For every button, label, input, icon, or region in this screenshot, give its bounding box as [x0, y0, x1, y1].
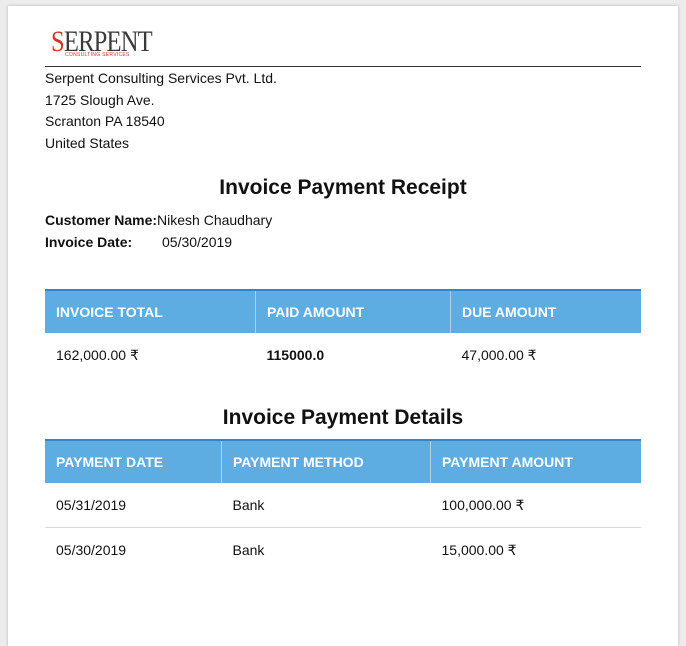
payment-date: 05/31/2019 [45, 483, 222, 528]
receipt-title: Invoice Payment Receipt [219, 176, 467, 199]
customer-line: Customer Name:Nikesh Chaudhary [45, 212, 272, 228]
document-page: SERPENT CONSULTING SERVICES Serpent Cons… [8, 6, 678, 646]
details-title: Invoice Payment Details [222, 406, 464, 429]
payment-amount: 15,000.00 ₹ [441, 541, 517, 558]
company-street: 1725 Slough Ave. [45, 91, 155, 108]
header-invoice-total: INVOICE TOTAL [45, 289, 256, 333]
header-payment-date: PAYMENT DATE [45, 439, 222, 483]
payment-method: Bank [232, 542, 265, 558]
header-payment-method: PAYMENT METHOD [221, 439, 431, 483]
company-address: Serpent Consulting Services Pvt. Ltd. 17… [45, 68, 277, 155]
payment-details-table: PAYMENT DATE PAYMENT METHOD PAYMENT AMOU… [45, 439, 641, 572]
header-paid-amount: PAID AMOUNT [255, 289, 451, 333]
due-amount-value: 47,000.00 ₹ [461, 346, 537, 363]
summary-table: INVOICE TOTAL PAID AMOUNT DUE AMOUNT 162… [45, 289, 641, 377]
summary-row: 162,000.00 ₹ 115000.0 47,000.00 ₹ [45, 333, 641, 377]
customer-value: Nikesh Chaudhary [157, 212, 273, 228]
logo-first-letter: S [51, 25, 65, 58]
payment-date: 05/30/2019 [56, 542, 127, 558]
header-divider [45, 66, 641, 67]
payment-row: 05/31/2019 Bank 100,000.00 ₹ [45, 483, 641, 528]
company-logo: SERPENT CONSULTING SERVICES [51, 27, 171, 61]
invoice-date-label: Invoice Date: [45, 234, 133, 250]
payment-row: 05/30/2019 Bank 15,000.00 ₹ [45, 528, 641, 573]
header-payment-amount: PAYMENT AMOUNT [430, 439, 641, 483]
company-country: United States [45, 135, 130, 152]
invoice-date-line: Invoice Date: 05/30/2019 [45, 234, 232, 250]
payment-amount: 100,000.00 ₹ [430, 483, 641, 528]
logo-tagline: CONSULTING SERVICES [65, 52, 130, 58]
summary-header-row: INVOICE TOTAL PAID AMOUNT DUE AMOUNT [45, 289, 641, 333]
company-name: Serpent Consulting Services Pvt. Ltd. [45, 70, 277, 86]
payment-method: Bank [221, 483, 431, 528]
details-header-row: PAYMENT DATE PAYMENT METHOD PAYMENT AMOU… [45, 439, 641, 483]
paid-amount-value: 115000.0 [266, 347, 325, 363]
invoice-total-value: 162,000.00 ₹ [56, 346, 139, 363]
header-due-amount: DUE AMOUNT [450, 289, 641, 333]
company-city: Scranton PA 18540 [45, 113, 165, 130]
invoice-date-value: 05/30/2019 [162, 234, 233, 250]
customer-label: Customer Name: [45, 212, 158, 228]
